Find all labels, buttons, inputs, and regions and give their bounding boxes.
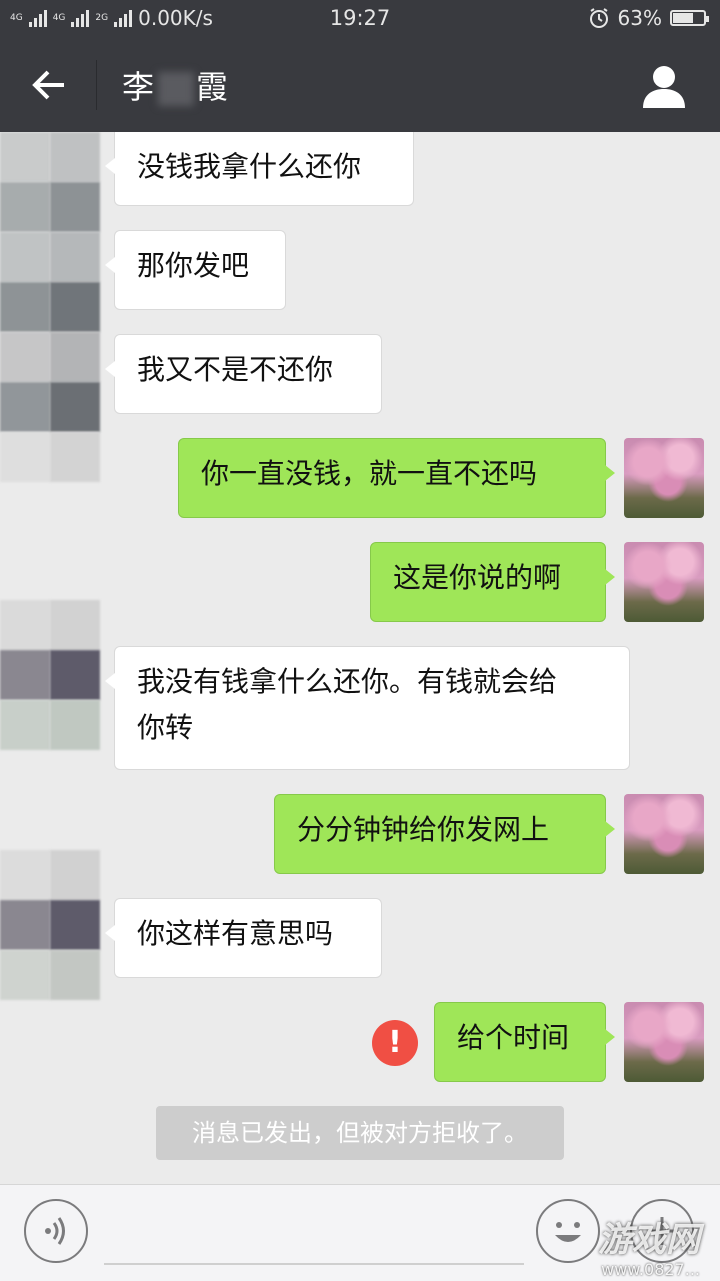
my-avatar[interactable] xyxy=(624,794,704,874)
message-text: 那你发吧 xyxy=(137,249,250,282)
avatar-image xyxy=(624,542,704,622)
message-bubble-sent[interactable]: 这是你说的啊 xyxy=(370,542,615,622)
avatar-image xyxy=(624,438,704,518)
chat-header: 李霞 xyxy=(0,38,720,132)
contact-name: 李霞 xyxy=(122,62,230,108)
watermark: 游戏网 xyxy=(598,1220,700,1260)
blurred-avatar-3 xyxy=(0,850,100,1000)
status-right: 63% xyxy=(588,6,709,30)
profile-icon[interactable] xyxy=(640,62,688,110)
chat-area[interactable]: 没钱我拿什么还你 那你发吧 我又不是不还你 你一直没钱，就一直不还吗 这是你说的… xyxy=(0,132,720,1184)
battery-percent: 63% xyxy=(617,6,662,30)
blurred-avatar xyxy=(0,132,100,482)
message-bubble-received[interactable]: 没钱我拿什么还你 xyxy=(105,132,414,206)
alarm-icon xyxy=(589,8,608,28)
error-icon[interactable]: ! xyxy=(372,1020,418,1066)
header-divider xyxy=(96,60,97,110)
input-bar: 游戏网 www.0827... xyxy=(0,1184,720,1281)
emoji-icon xyxy=(555,1222,581,1242)
blurred-avatar-2 xyxy=(0,600,100,750)
status-bar: 4G 4G 2G 0.00K/s 19:27 63% xyxy=(0,0,720,38)
message-text: 没钱我拿什么还你 xyxy=(137,150,362,183)
message-text: 分分钟钟给你发网上 xyxy=(297,813,550,846)
message-input[interactable] xyxy=(104,1201,524,1265)
message-bubble-sent[interactable]: 你一直没钱，就一直不还吗 xyxy=(178,438,615,518)
back-arrow-icon[interactable] xyxy=(28,64,70,106)
message-bubble-received[interactable]: 我又不是不还你 xyxy=(105,334,382,414)
message-text: 给个时间 xyxy=(457,1021,570,1054)
message-bubble-received[interactable]: 你这样有意思吗 xyxy=(105,898,382,978)
voice-button[interactable] xyxy=(24,1199,88,1263)
avatar-image xyxy=(624,1002,704,1082)
my-avatar[interactable] xyxy=(624,542,704,622)
message-text: 你一直没钱，就一直不还吗 xyxy=(201,457,538,490)
avatar-image xyxy=(624,794,704,874)
battery-icon xyxy=(670,10,709,26)
contact-name-first: 李 xyxy=(122,68,157,106)
message-bubble-received[interactable]: 那你发吧 xyxy=(105,230,286,310)
emoji-button[interactable] xyxy=(536,1199,600,1263)
contact-name-last: 霞 xyxy=(196,68,231,106)
message-text: 我又不是不还你 xyxy=(137,353,334,386)
message-text: 你这样有意思吗 xyxy=(137,917,334,950)
message-bubble-sent[interactable]: 给个时间 xyxy=(434,1002,615,1082)
contact-name-censor xyxy=(158,72,195,106)
message-bubble-received[interactable]: 我没有钱拿什么还你。有钱就会给 你转 xyxy=(105,646,630,770)
message-text-line2: 你转 xyxy=(137,711,194,744)
message-bubble-sent[interactable]: 分分钟钟给你发网上 xyxy=(274,794,615,874)
watermark-url: www.0827... xyxy=(601,1260,700,1279)
message-text-line1: 我没有钱拿什么还你。有钱就会给 xyxy=(137,665,558,698)
battery-fill xyxy=(673,13,694,23)
voice-icon xyxy=(45,1217,65,1245)
message-text: 这是你说的啊 xyxy=(393,561,562,594)
system-notice: 消息已发出，但被对方拒收了。 xyxy=(156,1106,564,1160)
my-avatar[interactable] xyxy=(624,438,704,518)
my-avatar[interactable] xyxy=(624,1002,704,1082)
